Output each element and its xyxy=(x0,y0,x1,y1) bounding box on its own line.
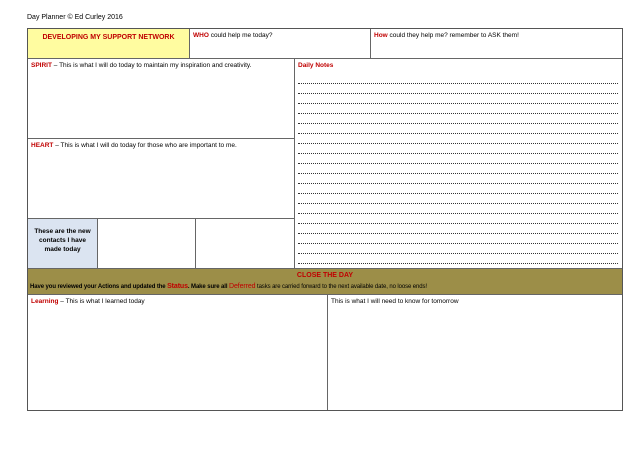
section-title: DEVELOPING MY SUPPORT NETWORK xyxy=(28,29,190,59)
daily-notes-title: Daily Notes xyxy=(298,62,334,69)
note-line[interactable] xyxy=(298,173,618,174)
how-cell[interactable]: How could they help me? remember to ASK … xyxy=(371,29,622,59)
note-line[interactable] xyxy=(298,233,618,234)
note-line[interactable] xyxy=(298,153,618,154)
contact-box-2[interactable] xyxy=(196,219,295,269)
who-text: could help me today? xyxy=(208,32,273,39)
close-day-bar: CLOSE THE DAY Have you reviewed your Act… xyxy=(28,269,622,295)
close-day-text-3: tasks are carried forward to the next av… xyxy=(255,284,427,290)
learning-label: Learning xyxy=(31,298,59,305)
learning-text: – This is what I learned today xyxy=(58,298,145,305)
note-line[interactable] xyxy=(298,253,618,254)
close-day-title: CLOSE THE DAY xyxy=(296,272,354,279)
note-line[interactable] xyxy=(298,123,618,124)
page-header: Day Planner © Ed Curley 2016 xyxy=(27,14,123,21)
note-line[interactable] xyxy=(298,203,618,204)
contact-box-1[interactable] xyxy=(98,219,196,269)
note-line[interactable] xyxy=(298,213,618,214)
note-line[interactable] xyxy=(298,243,618,244)
status-word: Status xyxy=(167,283,188,290)
note-line[interactable] xyxy=(298,133,618,134)
note-line[interactable] xyxy=(298,113,618,114)
close-day-instructions: Have you reviewed your Actions and updat… xyxy=(30,283,427,290)
note-line[interactable] xyxy=(298,83,618,84)
note-line[interactable] xyxy=(298,103,618,104)
note-line[interactable] xyxy=(298,163,618,164)
who-label: WHO xyxy=(193,32,209,39)
heart-text: – This is what I will do today for those… xyxy=(53,142,237,149)
close-day-text-2: . Make sure all xyxy=(187,284,229,290)
contacts-label: These are the new contacts I have made t… xyxy=(28,219,98,269)
heart-cell[interactable]: HEART – This is what I will do today for… xyxy=(28,139,295,219)
how-text: could they help me? remember to ASK them… xyxy=(387,32,519,39)
deferred-word: Deferred xyxy=(229,283,256,290)
close-day-text-1: Have you reviewed your Actions and updat… xyxy=(30,284,168,290)
daily-notes-panel[interactable]: Daily Notes xyxy=(295,59,622,269)
learning-cell[interactable]: Learning – This is what I learned today xyxy=(28,295,328,410)
spirit-text: – This is what I will do today to mainta… xyxy=(51,62,252,69)
spirit-label: SPIRIT xyxy=(31,62,52,69)
tomorrow-text: This is what I will need to know for tom… xyxy=(331,298,459,305)
note-line[interactable] xyxy=(298,193,618,194)
note-line[interactable] xyxy=(298,223,618,224)
note-line[interactable] xyxy=(298,183,618,184)
note-line[interactable] xyxy=(298,143,618,144)
heart-label: HEART xyxy=(31,142,54,149)
who-cell[interactable]: WHO could help me today? xyxy=(190,29,371,59)
note-line[interactable] xyxy=(298,93,618,94)
how-label: How xyxy=(374,32,388,39)
spirit-cell[interactable]: SPIRIT – This is what I will do today to… xyxy=(28,59,295,139)
note-line[interactable] xyxy=(298,263,618,264)
tomorrow-cell[interactable]: This is what I will need to know for tom… xyxy=(328,295,622,410)
